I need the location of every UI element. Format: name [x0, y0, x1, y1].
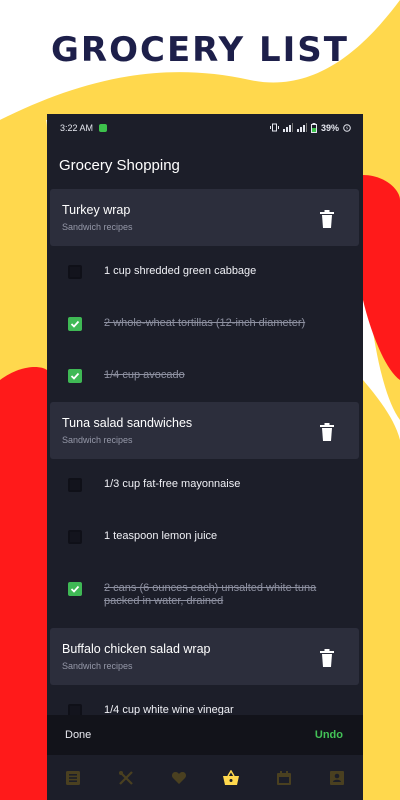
- app-bar: Grocery Shopping: [47, 141, 363, 189]
- item-text: 1/4 cup avocado: [104, 369, 185, 381]
- checkbox-unchecked[interactable]: [68, 530, 82, 544]
- list-item[interactable]: 2 cans (6 ounces each) unsalted white tu…: [47, 563, 363, 628]
- item-text: 1/4 cup white wine vinegar: [104, 704, 234, 715]
- list-item[interactable]: 1 cup shredded green cabbage: [47, 246, 363, 298]
- nav-grocery-list[interactable]: [216, 763, 246, 793]
- trash-icon[interactable]: [319, 649, 335, 667]
- grocery-list[interactable]: Turkey wrap Sandwich recipes 1 cup shred…: [47, 189, 363, 715]
- recipe-subtitle: Sandwich recipes: [62, 222, 133, 232]
- checkbox-unchecked[interactable]: [68, 704, 82, 715]
- signal-icon: [282, 123, 293, 132]
- snackbar: Done Undo: [47, 715, 363, 755]
- list-item[interactable]: 1/4 cup avocado: [47, 350, 363, 402]
- snackbar-message: Done: [65, 729, 92, 741]
- list-item[interactable]: 1 teaspoon lemon juice: [47, 511, 363, 563]
- recipe-title: Buffalo chicken salad wrap: [62, 642, 211, 656]
- checkmark-icon: [70, 372, 80, 380]
- undo-button[interactable]: Undo: [315, 729, 343, 741]
- nav-meals[interactable]: [111, 763, 141, 793]
- list-item[interactable]: 1/4 cup white wine vinegar: [47, 685, 363, 715]
- recipe-header-tuna-salad-sandwiches[interactable]: Tuna salad sandwiches Sandwich recipes: [50, 402, 359, 459]
- battery-percent: 39%: [320, 122, 339, 133]
- vibrate-icon: [269, 123, 279, 132]
- data-saver-icon: [343, 123, 351, 132]
- checkbox-unchecked[interactable]: [68, 265, 82, 279]
- list-item[interactable]: 2 whole-wheat tortillas (12-inch diamete…: [47, 298, 363, 350]
- phone-screen: 3:22 AM 39% Grocery Shopping Turkey wrap…: [47, 114, 363, 800]
- recipe-header-turkey-wrap[interactable]: Turkey wrap Sandwich recipes: [50, 189, 359, 246]
- signal-icon-2: [296, 123, 307, 132]
- item-text: 2 whole-wheat tortillas (12-inch diamete…: [104, 317, 306, 329]
- profile-card-icon: [329, 770, 344, 785]
- battery-icon: [310, 122, 317, 133]
- nav-meal-planner[interactable]: [269, 763, 299, 793]
- checkbox-checked[interactable]: [68, 582, 82, 596]
- checkmark-icon: [70, 320, 80, 328]
- item-text: 1/3 cup fat-free mayonnaise: [104, 478, 241, 490]
- utensils-icon: [118, 770, 133, 785]
- nav-favorites[interactable]: [164, 763, 194, 793]
- calendar-icon: [276, 770, 291, 785]
- bottom-navigation: [47, 755, 363, 800]
- item-text: 2 cans (6 ounces each) unsalted white tu…: [104, 582, 317, 607]
- recipe-subtitle: Sandwich recipes: [62, 435, 133, 445]
- list-icon: [66, 770, 81, 785]
- nav-recipes[interactable]: [58, 763, 88, 793]
- shopping-basket-icon: [223, 769, 240, 785]
- checkmark-icon: [70, 585, 80, 593]
- app-bar-title: Grocery Shopping: [59, 156, 180, 174]
- notification-icon: [99, 123, 108, 132]
- checkbox-checked[interactable]: [68, 369, 82, 383]
- recipe-title: Tuna salad sandwiches: [62, 416, 193, 430]
- checkbox-checked[interactable]: [68, 317, 82, 331]
- recipe-title: Turkey wrap: [62, 203, 131, 217]
- list-item[interactable]: 1/3 cup fat-free mayonnaise: [47, 459, 363, 511]
- item-text: 1 teaspoon lemon juice: [104, 530, 218, 542]
- item-text: 1 cup shredded green cabbage: [104, 265, 257, 277]
- trash-icon[interactable]: [319, 423, 335, 441]
- checkbox-unchecked[interactable]: [68, 478, 82, 492]
- recipe-subtitle: Sandwich recipes: [62, 661, 133, 671]
- status-bar: 3:22 AM 39%: [47, 114, 363, 141]
- status-time: 3:22 AM: [60, 122, 94, 133]
- promo-title: GROCERY LIST: [51, 30, 349, 70]
- recipe-header-buffalo-chicken-salad-wrap[interactable]: Buffalo chicken salad wrap Sandwich reci…: [50, 628, 359, 685]
- trash-icon[interactable]: [319, 210, 335, 228]
- heart-icon: [171, 771, 186, 784]
- nav-profile[interactable]: [322, 763, 352, 793]
